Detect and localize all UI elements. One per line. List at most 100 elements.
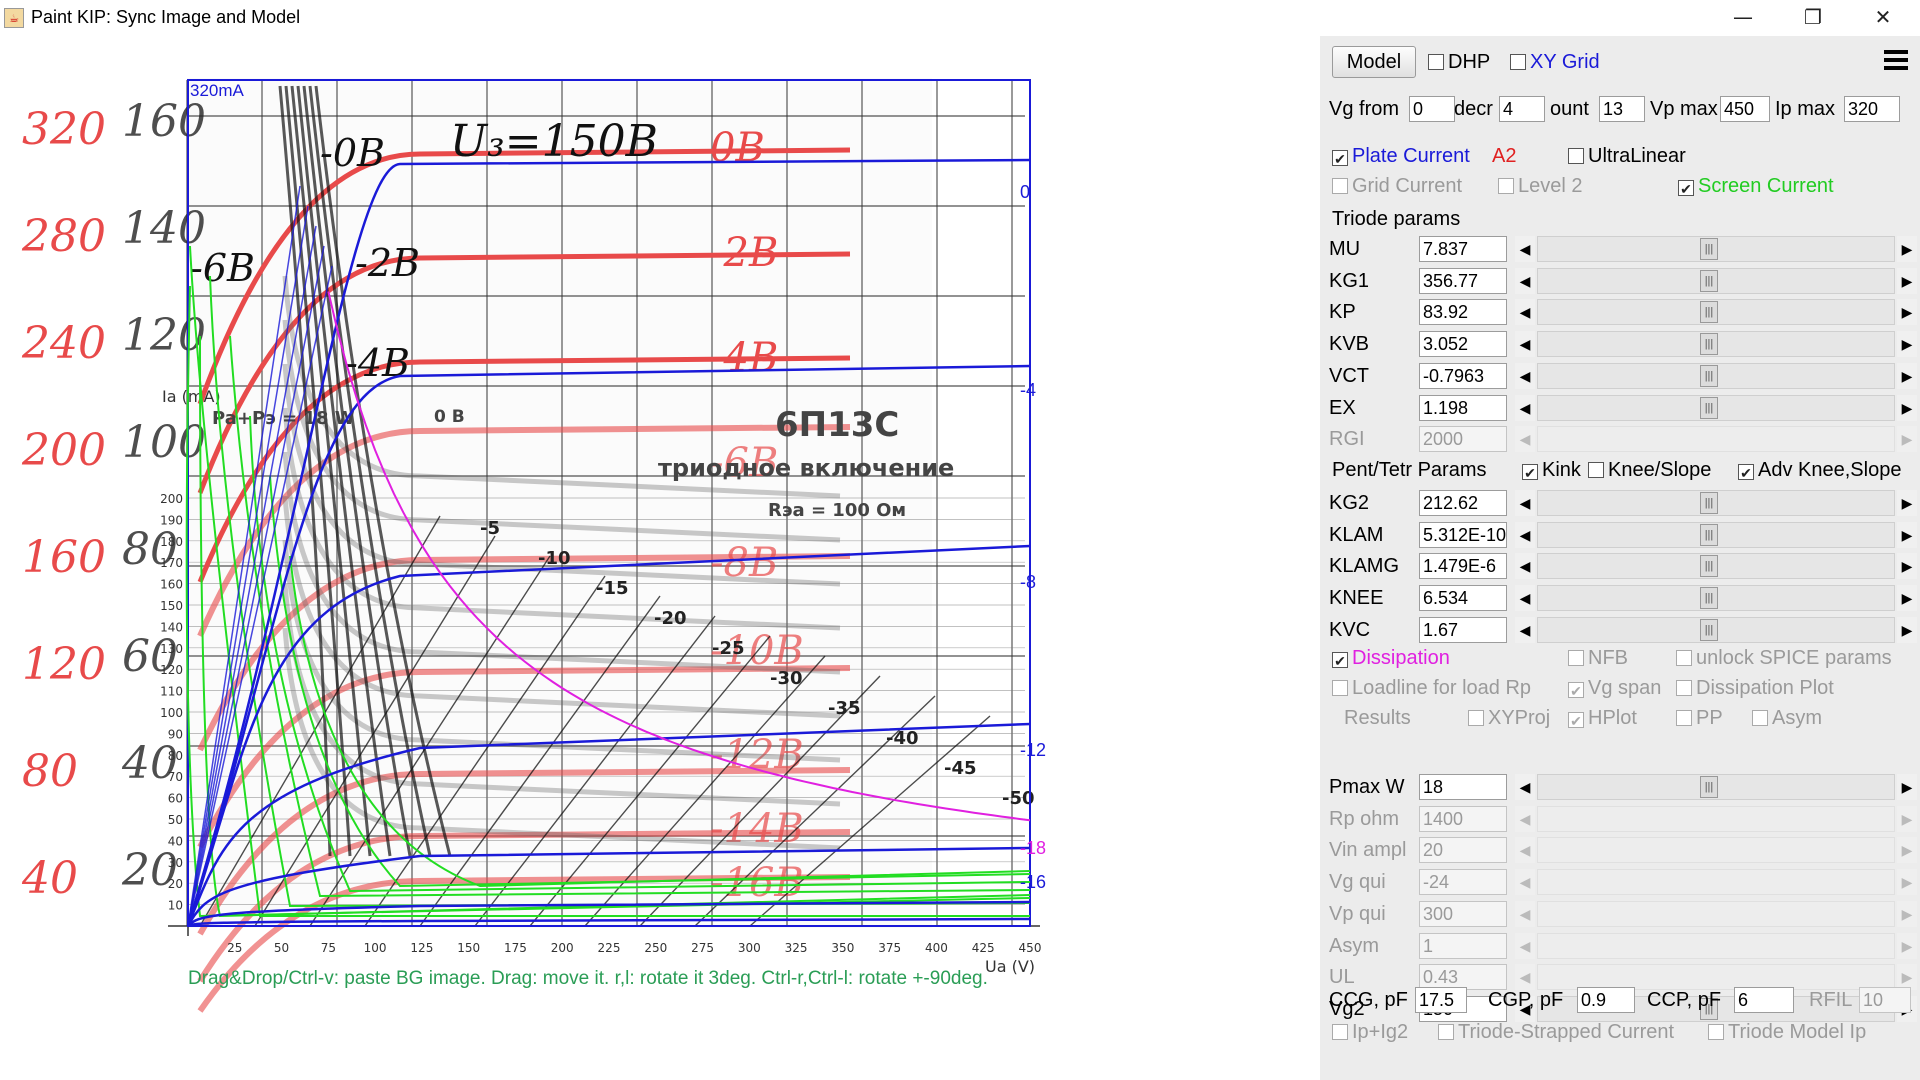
xyproj-checkbox[interactable]: XYProj	[1468, 706, 1550, 730]
rp-ohm-field[interactable]: 1400	[1419, 805, 1507, 832]
slider-left-arrow-icon[interactable]: ◀	[1515, 394, 1535, 421]
ex-field[interactable]: 1.198	[1419, 394, 1507, 421]
close-button[interactable]: ✕	[1850, 0, 1916, 36]
slider-track[interactable]: |||	[1537, 299, 1895, 326]
slider-thumb[interactable]: |||	[1700, 618, 1718, 641]
xy-grid-checkbox[interactable]: XY Grid	[1510, 50, 1600, 74]
slider-left-arrow-icon[interactable]: ◀	[1515, 267, 1535, 294]
grid-current-checkbox[interactable]: Grid Current	[1332, 174, 1462, 198]
slider-track[interactable]: |||	[1537, 616, 1895, 643]
asym-field[interactable]: 1	[1419, 932, 1507, 959]
dissipation-checkbox[interactable]: ✔ Dissipation	[1332, 646, 1450, 670]
ccg-field[interactable]: 17.5	[1415, 987, 1467, 1013]
triode-model-ip-checkbox[interactable]: Triode Model Ip	[1708, 1020, 1866, 1044]
slider-right-arrow-icon[interactable]: ▶	[1897, 394, 1917, 421]
ultralinear-checkbox[interactable]: UltraLinear	[1568, 144, 1686, 168]
slider-left-arrow-icon[interactable]: ◀	[1515, 521, 1535, 548]
kg2-slider[interactable]: ◀ ||| ▶	[1515, 490, 1917, 516]
kvc-slider[interactable]: ◀ ||| ▶	[1515, 616, 1917, 643]
vp-max-field[interactable]: 450	[1720, 96, 1770, 122]
klamg-slider[interactable]: ◀ ||| ▶	[1515, 553, 1917, 580]
knee-slider[interactable]: ◀ ||| ▶	[1515, 585, 1917, 612]
slider-right-arrow-icon[interactable]: ▶	[1897, 299, 1917, 326]
slider-left-arrow-icon[interactable]: ◀	[1515, 299, 1535, 326]
slider-thumb[interactable]: |||	[1700, 587, 1718, 610]
kvb-field[interactable]: 3.052	[1419, 331, 1507, 358]
model-button[interactable]: Model	[1332, 46, 1416, 78]
klam-slider[interactable]: ◀ ||| ▶	[1515, 521, 1917, 548]
slider-track[interactable]: |||	[1537, 362, 1895, 389]
slider-thumb[interactable]: |||	[1700, 396, 1718, 419]
slider-thumb[interactable]: |||	[1700, 301, 1718, 324]
slider-track[interactable]: |||	[1537, 236, 1895, 262]
slider-track[interactable]: |||	[1537, 553, 1895, 580]
hplot-checkbox[interactable]: ✔ HPlot	[1568, 706, 1637, 730]
kink-checkbox[interactable]: ✔ Kink	[1522, 458, 1581, 482]
vg-from-field[interactable]: 0	[1409, 96, 1455, 122]
slider-left-arrow-icon[interactable]: ◀	[1515, 362, 1535, 389]
slider-right-arrow-icon[interactable]: ▶	[1897, 267, 1917, 294]
slider-track[interactable]: |||	[1537, 331, 1895, 358]
decr-field[interactable]: 4	[1499, 96, 1545, 122]
kg2-field[interactable]: 212.62	[1419, 490, 1507, 516]
kp-field[interactable]: 83.92	[1419, 299, 1507, 326]
rgi-field[interactable]: 2000	[1419, 426, 1507, 453]
slider-track[interactable]: |||	[1537, 521, 1895, 548]
slider-thumb[interactable]: |||	[1700, 364, 1718, 387]
count-field[interactable]: 13	[1599, 96, 1645, 122]
slider-left-arrow-icon[interactable]: ◀	[1515, 236, 1535, 262]
unlock-spice-checkbox[interactable]: unlock SPICE params	[1676, 646, 1892, 670]
plot-canvas[interactable]: 320 280 240 200 160 120 80 40 160 140 120 100 80 60 40…	[0, 36, 1080, 1080]
loadline-checkbox[interactable]: Loadline for load Rp	[1332, 676, 1531, 700]
hamburger-menu-icon[interactable]	[1882, 46, 1910, 74]
slider-thumb[interactable]: |||	[1700, 238, 1718, 260]
plate-current-checkbox[interactable]: ✔ Plate Current	[1332, 144, 1470, 168]
kvc-field[interactable]: 1.67	[1419, 616, 1507, 643]
ex-slider[interactable]: ◀ ||| ▶	[1515, 394, 1917, 421]
slider-left-arrow-icon[interactable]: ◀	[1515, 616, 1535, 643]
slider-thumb[interactable]: |||	[1700, 776, 1718, 798]
rfil-field[interactable]: 10	[1859, 987, 1911, 1013]
slider-right-arrow-icon[interactable]: ▶	[1897, 362, 1917, 389]
kg1-field[interactable]: 356.77	[1419, 267, 1507, 294]
knee-field[interactable]: 6.534	[1419, 585, 1507, 612]
kvb-slider[interactable]: ◀ ||| ▶	[1515, 331, 1917, 358]
ip-ig2-checkbox[interactable]: Ip+Ig2	[1332, 1020, 1408, 1044]
slider-left-arrow-icon[interactable]: ◀	[1515, 553, 1535, 580]
pmax-w-slider[interactable]: ◀ ||| ▶	[1515, 774, 1917, 800]
kp-slider[interactable]: ◀ ||| ▶	[1515, 299, 1917, 326]
slider-left-arrow-icon[interactable]: ◀	[1515, 331, 1535, 358]
slider-track[interactable]: |||	[1537, 774, 1895, 800]
slider-thumb[interactable]: |||	[1700, 269, 1718, 292]
cgp-field[interactable]: 0.9	[1577, 987, 1635, 1013]
vct-slider[interactable]: ◀ ||| ▶	[1515, 362, 1917, 389]
slider-left-arrow-icon[interactable]: ◀	[1515, 490, 1535, 516]
pmax-w-field[interactable]: 18	[1419, 774, 1507, 800]
pp-checkbox[interactable]: PP	[1676, 706, 1723, 730]
vg-span-checkbox[interactable]: ✔ Vg span	[1568, 676, 1661, 700]
slider-right-arrow-icon[interactable]: ▶	[1897, 616, 1917, 643]
triode-strapped-checkbox[interactable]: Triode-Strapped Current	[1438, 1020, 1674, 1044]
slider-track[interactable]: |||	[1537, 490, 1895, 516]
slider-right-arrow-icon[interactable]: ▶	[1897, 585, 1917, 612]
vp-qui-field[interactable]: 300	[1419, 900, 1507, 927]
ip-max-field[interactable]: 320	[1844, 96, 1900, 122]
slider-thumb[interactable]: |||	[1700, 492, 1718, 514]
vg-qui-field[interactable]: -24	[1419, 869, 1507, 896]
slider-right-arrow-icon[interactable]: ▶	[1897, 490, 1917, 516]
ccp-field[interactable]: 6	[1734, 987, 1794, 1013]
knee-slope-checkbox[interactable]: Knee/Slope	[1588, 458, 1711, 482]
maximize-button[interactable]: ❐	[1780, 0, 1846, 36]
mu-field[interactable]: 7.837	[1419, 236, 1507, 262]
kg1-slider[interactable]: ◀ ||| ▶	[1515, 267, 1917, 294]
asym-checkbox[interactable]: Asym	[1752, 706, 1822, 730]
slider-right-arrow-icon[interactable]: ▶	[1897, 331, 1917, 358]
vct-field[interactable]: -0.7963	[1419, 362, 1507, 389]
minimize-button[interactable]: —	[1710, 0, 1776, 36]
screen-current-checkbox[interactable]: ✔ Screen Current	[1678, 174, 1834, 198]
slider-right-arrow-icon[interactable]: ▶	[1897, 774, 1917, 800]
vin-ampl-field[interactable]: 20	[1419, 837, 1507, 864]
klamg-field[interactable]: 1.479E-6	[1419, 553, 1507, 580]
slider-right-arrow-icon[interactable]: ▶	[1897, 553, 1917, 580]
slider-track[interactable]: |||	[1537, 394, 1895, 421]
